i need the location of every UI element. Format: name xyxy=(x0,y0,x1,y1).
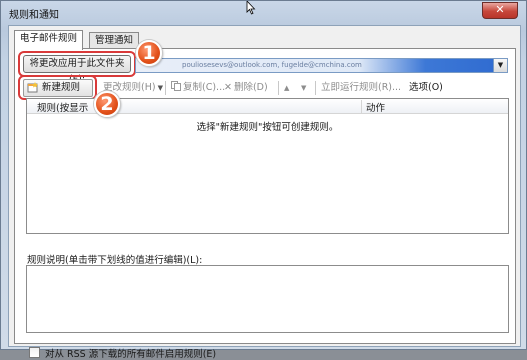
dialog-client-area: 电子邮件规则 管理通知 将更改应用于此文件夹(F): pouliosesevs@… xyxy=(8,25,521,360)
highlight-ring-apply-folder xyxy=(18,51,136,77)
rules-dialog: 规则和通知 ✕ 电子邮件规则 管理通知 将更改应用于此文件夹(F): pouli… xyxy=(0,0,527,360)
move-down-button[interactable]: ▼ xyxy=(301,81,306,95)
rss-rules-label: 对从 RSS 源下载的所有邮件启用规则(E) xyxy=(45,349,217,360)
mouse-cursor-icon xyxy=(246,1,256,15)
account-folder-combo[interactable]: pouliosesevs@outlook.com, fugelde@cmchin… xyxy=(135,58,508,73)
rules-toolbar: 新建规则(N)... 更改规则(H)▼ 复制(C)... ✕删除(D) ▲ ▼ … xyxy=(18,75,511,109)
rules-list[interactable]: 规则(按显示 动作 选择"新建规则"按钮可创建规则。 xyxy=(26,98,509,234)
delete-label: 删除(D) xyxy=(233,82,268,93)
tab-manage-alerts[interactable]: 管理通知 xyxy=(89,32,140,49)
dropdown-arrow-icon: ▼ xyxy=(157,84,163,92)
toolbar-divider xyxy=(278,81,279,95)
options-button[interactable]: 选项(O) xyxy=(409,81,443,95)
step-marker-2: 2 xyxy=(94,91,120,117)
copy-icon xyxy=(171,81,181,91)
delete-icon: ✕ xyxy=(224,82,232,93)
toolbar-divider xyxy=(315,81,316,95)
run-rules-now-button[interactable]: 立即运行规则(R)... xyxy=(321,81,401,95)
toolbar-divider xyxy=(165,81,166,95)
move-up-button[interactable]: ▲ xyxy=(284,81,289,95)
rss-rules-checkbox-row[interactable]: 对从 RSS 源下载的所有邮件启用规则(E) xyxy=(29,346,216,360)
rss-rules-checkbox[interactable] xyxy=(29,347,40,358)
close-button[interactable]: ✕ xyxy=(482,2,518,19)
title-bar[interactable]: 规则和通知 ✕ xyxy=(1,1,526,23)
column-header-action[interactable]: 动作 xyxy=(361,100,506,114)
delete-rule-button[interactable]: ✕ 删除(D) xyxy=(224,81,268,95)
column-header-rule[interactable]: 规则(按显示 xyxy=(37,100,88,114)
account-combo-value: pouliosesevs@outlook.com, fugelde@cmchin… xyxy=(182,61,362,69)
copy-label: 复制(C)... xyxy=(183,82,226,93)
chevron-down-icon[interactable]: ▼ xyxy=(493,59,507,72)
highlight-ring-new-rule xyxy=(18,75,97,100)
copy-rule-button[interactable]: 复制(C)... xyxy=(171,81,225,95)
rule-description-label: 规则说明(单击带下划线的值进行编辑)(L): xyxy=(27,255,203,266)
step-marker-1: 1 xyxy=(136,40,162,66)
tab-email-rules[interactable]: 电子邮件规则 xyxy=(14,30,84,50)
window-title: 规则和通知 xyxy=(9,10,59,21)
empty-list-message: 选择"新建规则"按钮可创建规则。 xyxy=(196,122,339,133)
email-rules-panel: 将更改应用于此文件夹(F): pouliosesevs@outlook.com,… xyxy=(14,48,516,360)
rule-description-box[interactable] xyxy=(26,265,509,333)
